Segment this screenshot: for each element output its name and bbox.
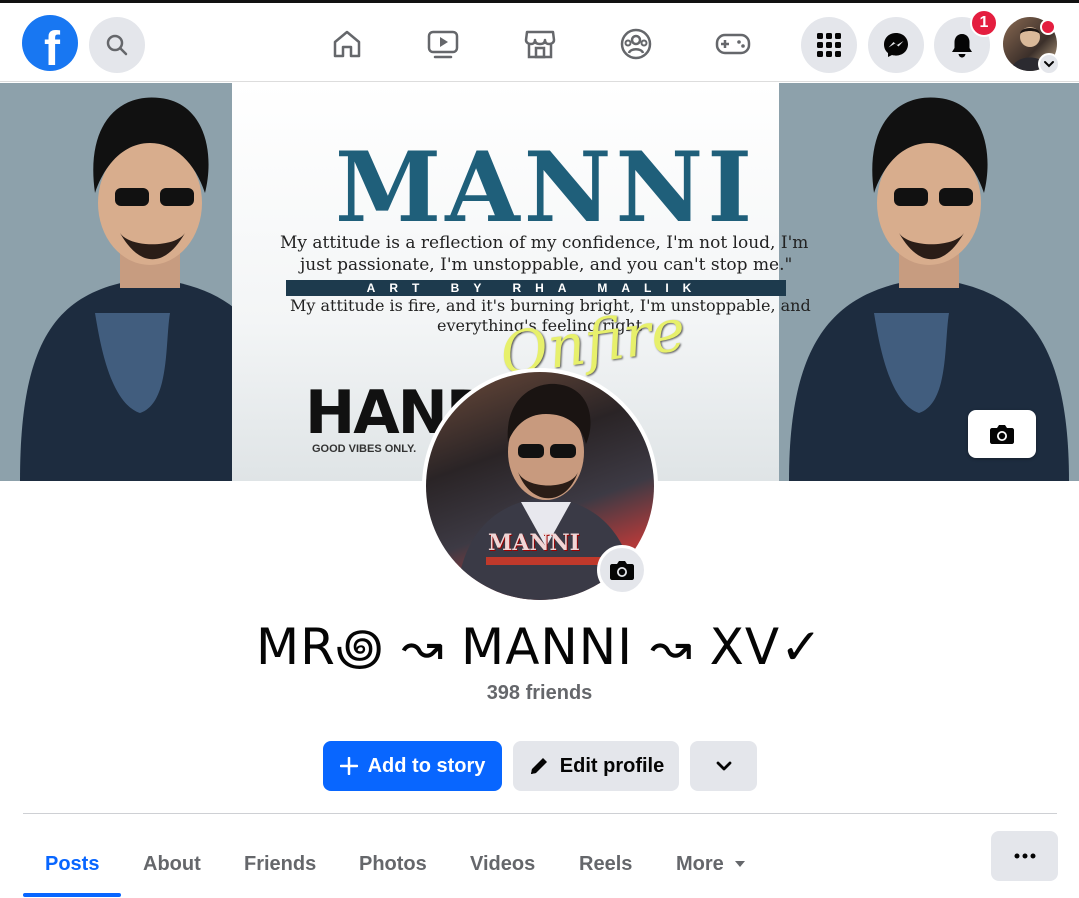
pencil-icon: [528, 755, 550, 777]
camera-icon: [610, 561, 634, 580]
svg-text:f: f: [44, 23, 61, 71]
tab-reels[interactable]: Reels: [579, 830, 632, 898]
bell-icon: [952, 34, 972, 58]
edit-cover-photo-button[interactable]: [968, 410, 1036, 458]
top-navigation-bar: f 1: [0, 0, 1079, 82]
marketplace-icon: [524, 30, 556, 59]
chevron-down-icon: [716, 761, 731, 771]
menu-button[interactable]: [801, 17, 857, 73]
tabs-overflow-button[interactable]: [991, 831, 1058, 881]
tab-videos[interactable]: Videos: [470, 830, 535, 898]
notification-count-badge: 1: [970, 9, 998, 37]
messenger-icon: [884, 33, 908, 57]
caret-down-icon: [734, 861, 745, 867]
add-to-story-label: Add to story: [367, 754, 486, 777]
search-button[interactable]: [89, 17, 145, 73]
edit-profile-button[interactable]: Edit profile: [513, 741, 679, 791]
nav-gaming[interactable]: [713, 24, 753, 64]
grid-menu-icon: [817, 33, 841, 57]
groups-icon: [620, 28, 652, 60]
friends-count-link[interactable]: 398 friends: [0, 682, 1079, 705]
cover-quote-line-3: My attitude is fire, and it's burning br…: [290, 296, 811, 315]
cover-quote-line-1: My attitude is a reflection of my confid…: [280, 233, 809, 253]
tab-posts[interactable]: Posts: [45, 830, 99, 898]
account-status-dot: [1040, 19, 1056, 35]
facebook-logo-icon[interactable]: f: [22, 15, 78, 71]
search-icon: [106, 34, 128, 56]
cover-artist-band: ART BY RHA MALIK: [286, 280, 786, 296]
plus-icon: [339, 757, 358, 775]
video-icon: [427, 30, 459, 59]
tab-more[interactable]: More: [676, 830, 746, 898]
cover-quote-line-2: just passionate, I'm unstoppable, and yo…: [300, 255, 793, 275]
profile-picture-text: MANNI: [488, 530, 580, 556]
cover-title-text: MANNI: [335, 131, 757, 244]
active-tab-indicator: [23, 893, 121, 897]
home-icon: [333, 30, 361, 58]
edit-profile-label: Edit profile: [559, 754, 665, 777]
nav-home[interactable]: [327, 24, 367, 64]
nav-groups[interactable]: [616, 24, 656, 64]
cover-hands-subtext: GOOD VIBES ONLY.: [312, 443, 417, 455]
profile-name: MR꩜ ↝ MANNI ↝ XV✓: [256, 618, 823, 676]
chevron-down-icon: [1044, 61, 1054, 68]
tab-friends[interactable]: Friends: [244, 830, 316, 898]
messenger-button[interactable]: [868, 17, 924, 73]
tab-photos[interactable]: Photos: [359, 830, 427, 898]
tab-about[interactable]: About: [143, 830, 201, 898]
nav-marketplace[interactable]: [520, 24, 560, 64]
section-divider: [23, 813, 1057, 814]
account-menu-button[interactable]: [1038, 53, 1060, 75]
nav-video[interactable]: [423, 24, 463, 64]
tab-more-label: More: [676, 852, 724, 875]
profile-more-options-button[interactable]: [690, 741, 757, 791]
add-to-story-button[interactable]: Add to story: [323, 741, 502, 791]
edit-profile-picture-button[interactable]: [597, 545, 647, 595]
gaming-icon: [715, 33, 751, 55]
camera-icon: [990, 425, 1014, 444]
more-horizontal-icon: [1014, 853, 1035, 859]
